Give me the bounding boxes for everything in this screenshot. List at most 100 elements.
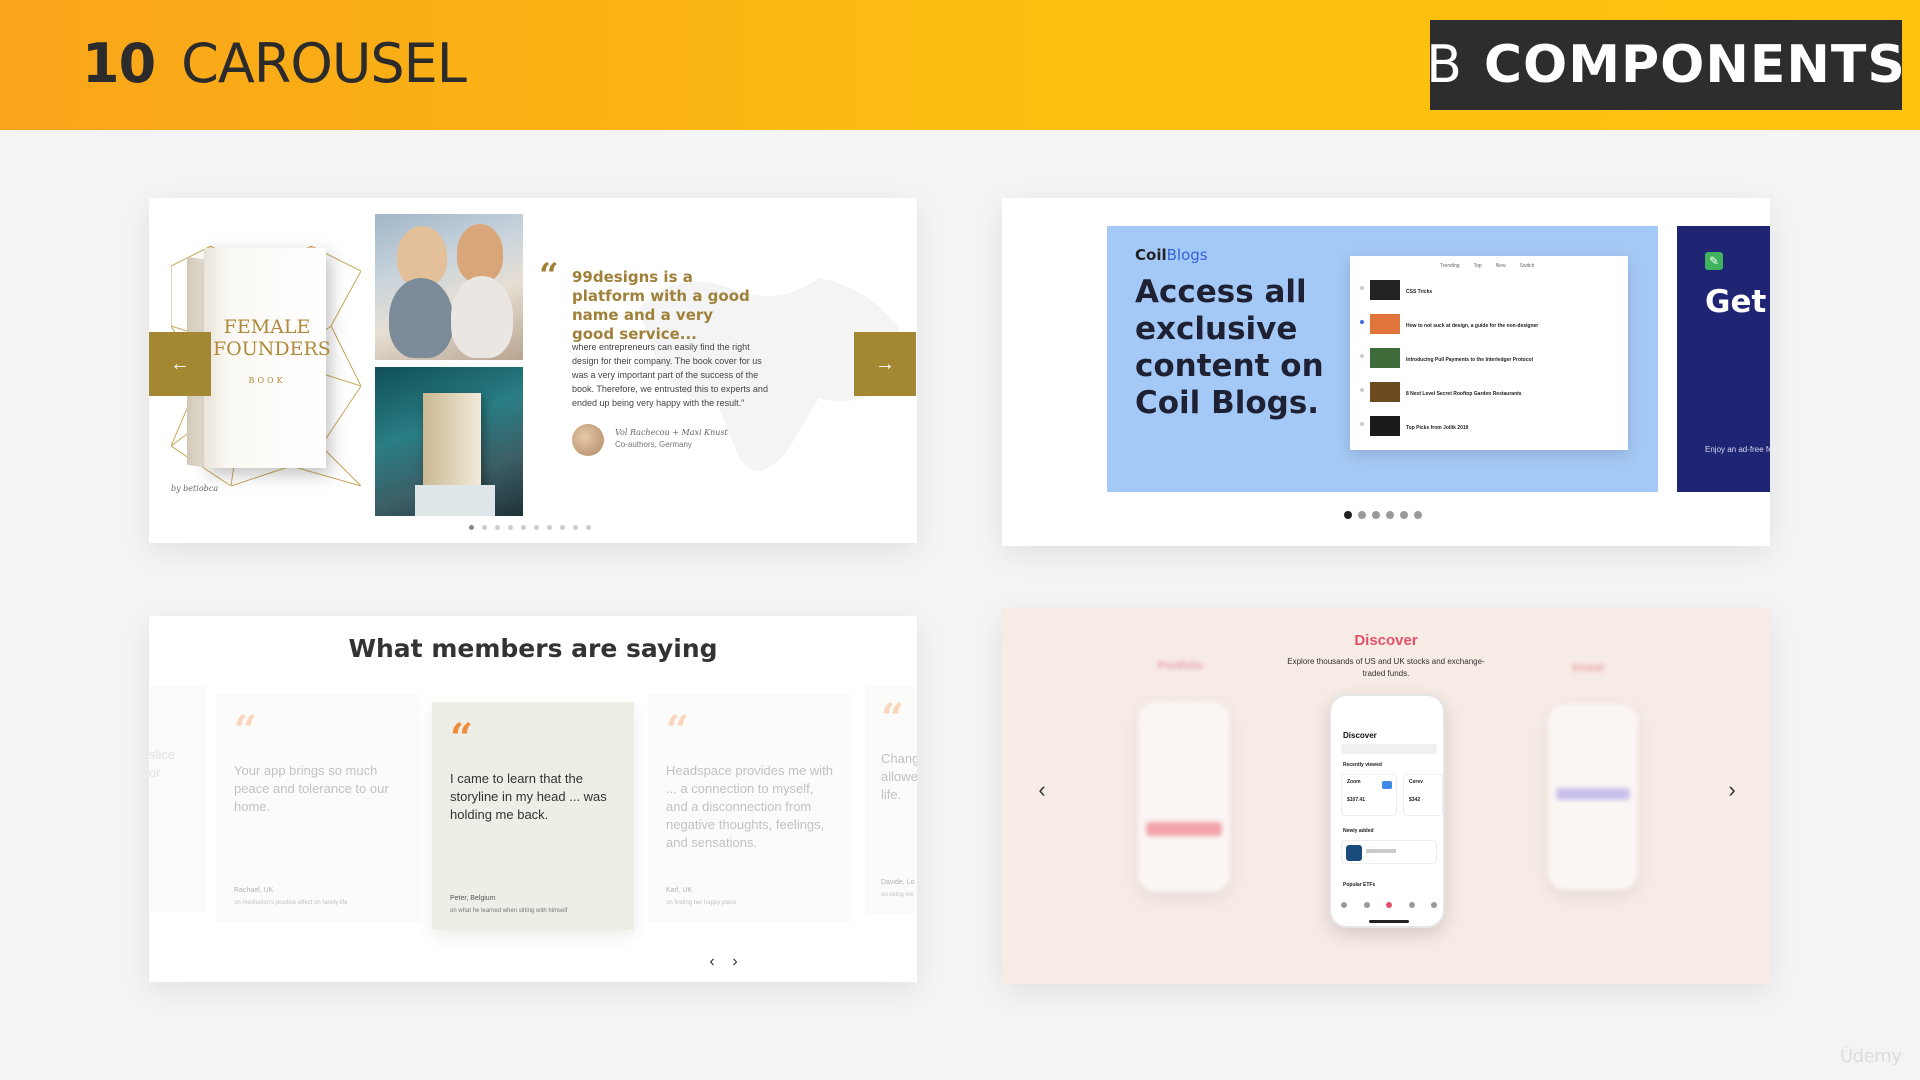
phone-slide-active[interactable]: Discover Recently viewed Zoom $107.41 Ce… [1329, 694, 1445, 928]
coil-tab: Trending [1440, 263, 1460, 269]
photo-founders [375, 214, 523, 360]
stock-card: Zoom $107.41 [1341, 774, 1397, 816]
next-slide-button[interactable]: → [854, 332, 916, 396]
testimonial-author: Davide, Lo [881, 879, 915, 886]
coil-post-title: CSS Tricks [1406, 289, 1433, 295]
coil-post-row: How to not suck at design, a guide for t… [1360, 314, 1610, 336]
next-slide-button[interactable]: › [1720, 777, 1744, 802]
book-title: FEMALE FOUNDERS [213, 316, 331, 360]
pagination-dot[interactable] [1414, 511, 1422, 519]
testimonial-card[interactable]: “ Your app brings so much peace and tole… [216, 694, 420, 922]
pagination-dot[interactable] [521, 525, 526, 530]
photo-book-display [375, 367, 523, 516]
search-input [1341, 744, 1437, 754]
pagination-dot[interactable] [508, 525, 513, 530]
home-indicator [1369, 920, 1409, 923]
quote-icon: “ [234, 707, 258, 754]
coil-post-row: Top Picks from Jollik 2019 [1360, 416, 1610, 438]
testimonial-text: I came to learn that the storyline in my… [450, 771, 607, 822]
slide-label-right: Invest [1572, 662, 1604, 674]
coil-logo: CoilBlogs [1135, 246, 1208, 264]
quote-icon: “ [450, 715, 474, 762]
quote-icon: “ [666, 707, 690, 754]
members-carousel: What members are saying slice or “ Your … [149, 616, 917, 982]
lecture-number: 10 [82, 32, 156, 95]
lecture-name: CAROUSEL [181, 32, 467, 95]
prev-slide-button[interactable]: ‹ [1030, 777, 1054, 802]
next-slide-button[interactable]: › [725, 952, 745, 972]
testimonial-card-active[interactable]: “ I came to learn that the storyline in … [432, 702, 634, 930]
recently-viewed-label: Recently viewed [1343, 762, 1382, 768]
book-credit: by betiobca [171, 484, 218, 493]
pagination-dot[interactable] [560, 525, 565, 530]
pagination-dot[interactable] [469, 525, 474, 530]
discover-title: Discover [1354, 632, 1418, 649]
coil-app-screenshot: Trending Top New Switch CSS Tricks How t… [1350, 256, 1628, 450]
coil-logo-text: Coil [1135, 246, 1167, 264]
slide-label-left: Portfolio [1158, 660, 1204, 672]
coil-slide-active: CoilBlogs Access all exclusive content o… [1107, 226, 1658, 492]
coil-logo-blogs: Blogs [1166, 246, 1208, 264]
avatar [572, 424, 604, 456]
section-letter: B [1426, 35, 1462, 95]
coil-post-title: Top Picks from Jollik 2019 [1406, 425, 1469, 431]
coil-post-title: Introducing Pull Payments to the Interle… [1406, 357, 1533, 363]
popular-label: Popular ETFs [1343, 882, 1376, 888]
phone-slide-left[interactable] [1138, 702, 1230, 892]
coil-next-headline: Get Eme free. [1705, 284, 1770, 320]
pagination-dot[interactable] [482, 525, 487, 530]
testimonial-card[interactable]: “ Headspace provides me with ... a conne… [648, 694, 852, 922]
prev-slide-button[interactable]: ‹ [702, 952, 722, 972]
testimonial-text: Your app brings so much peace and tolera… [234, 763, 389, 814]
testimonial-text: slice or [149, 747, 176, 780]
header-band: 10 CAROUSEL B COMPONENTS [0, 0, 1920, 130]
coil-tabs: Trending Top New Switch [1440, 263, 1534, 269]
testimonial-note: on using me [881, 892, 914, 898]
testimonial-note: on what he learned when sitting with him… [450, 908, 568, 914]
members-title: What members are saying [348, 634, 718, 663]
testimonial-note: on meditation's positive effect on famil… [234, 900, 348, 906]
prev-slide-button[interactable]: ← [149, 332, 211, 396]
coil-post-title: 8 Next Level Secret Rooftop Garden Resta… [1406, 391, 1522, 397]
pagination-dot[interactable] [1372, 511, 1380, 519]
coil-headline: Access all exclusive content on Coil Blo… [1135, 274, 1324, 421]
pagination-dot[interactable] [573, 525, 578, 530]
quote-role: Co-authors, Germany [615, 440, 692, 449]
discover-carousel: Discover Explore thousands of US and UK … [1002, 608, 1770, 984]
coil-post-row: 8 Next Level Secret Rooftop Garden Resta… [1360, 382, 1610, 404]
pagination-dots [1344, 511, 1422, 519]
coil-next-body: Enjoy an ad-free features, and su [1705, 445, 1770, 454]
designs-carousel: FEMALE FOUNDERS BOOK by betiobca “ 99des… [149, 198, 917, 543]
coil-tab: Switch [1519, 263, 1535, 269]
section-badge: B COMPONENTS [1426, 20, 1905, 110]
coil-tab: Top [1473, 263, 1482, 269]
testimonial-card-partial[interactable]: “ Chang allowe life. Davide, Lo on using… [865, 686, 917, 914]
pagination-dot[interactable] [1358, 511, 1366, 519]
lecture-title: 10 CAROUSEL [82, 32, 467, 95]
arrow-left-icon: ← [170, 352, 190, 375]
phone-slide-right[interactable] [1548, 704, 1638, 890]
pagination-dot[interactable] [534, 525, 539, 530]
testimonial-author: Peter, Belgium [450, 895, 496, 902]
testimonial-text: Headspace provides me with ... a connect… [666, 763, 833, 850]
stock-card: Cerev $342 [1403, 774, 1443, 816]
tab-bar [1341, 902, 1437, 912]
testimonial-note: on finding her happy place [666, 900, 737, 906]
pagination-dot[interactable] [547, 525, 552, 530]
pagination-dot[interactable] [1386, 511, 1394, 519]
quote-author: Vol Rachecou + Maxi Knust [615, 428, 728, 437]
newly-added-row [1341, 840, 1437, 864]
quote-body: where entrepreneurs can easily find the … [572, 342, 768, 408]
testimonial-card-partial[interactable]: slice or [149, 686, 205, 912]
pagination-dot[interactable] [495, 525, 500, 530]
pagination-dot[interactable] [1344, 511, 1352, 519]
newly-added-label: Newly added [1343, 828, 1374, 834]
pagination-dot[interactable] [1400, 511, 1408, 519]
book-subtitle: BOOK [248, 376, 286, 385]
coil-carousel: CoilBlogs Access all exclusive content o… [1002, 198, 1770, 546]
coil-slide-next[interactable]: ✎ Get Eme free. Enjoy an ad-free feature… [1677, 226, 1770, 492]
quote-icon: “ [881, 695, 905, 742]
pagination-dot[interactable] [586, 525, 591, 530]
testimonial-text: Chang allowe life. [881, 751, 917, 802]
arrow-right-icon: → [875, 352, 895, 375]
